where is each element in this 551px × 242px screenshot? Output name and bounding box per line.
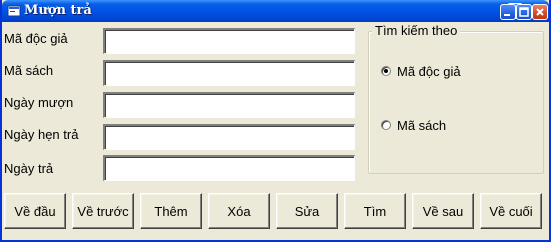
ngay-hen-tra-input[interactable]: [105, 126, 354, 149]
search-groupbox: [368, 31, 544, 174]
maximize-icon: [519, 7, 529, 17]
radio-ma-doc-gia[interactable]: Mã độc giả: [381, 63, 461, 79]
last-button[interactable]: Về cuối: [480, 193, 542, 229]
ngay-hen-tra-field[interactable]: [103, 124, 355, 150]
ngay-tra-field[interactable]: [103, 155, 355, 181]
ngay-muon-field[interactable]: [103, 92, 355, 118]
find-button[interactable]: Tìm: [344, 193, 406, 229]
label-ngay-muon: Ngày mượn: [4, 95, 74, 110]
maximize-button[interactable]: [516, 4, 532, 20]
close-icon: [536, 8, 544, 16]
ngay-muon-input[interactable]: [105, 94, 354, 117]
radio-ma-doc-gia-label: Mã độc giả: [397, 63, 461, 79]
window-title: Mượn trả: [24, 3, 92, 18]
ma-sach-field[interactable]: [103, 60, 355, 86]
add-button[interactable]: Thêm: [140, 193, 202, 229]
ngay-tra-input[interactable]: [105, 157, 354, 180]
radio-ma-sach[interactable]: Mã sách: [381, 117, 446, 133]
minimize-button-2[interactable]: [500, 4, 516, 20]
delete-button[interactable]: Xóa: [208, 193, 270, 229]
radio-button-unchecked[interactable]: [381, 120, 391, 130]
ma-doc-gia-field[interactable]: [103, 28, 355, 54]
edit-button[interactable]: Sửa: [276, 193, 338, 229]
label-ngay-hen-tra: Ngày hẹn trả: [4, 127, 79, 142]
label-ma-doc-gia: Mã độc giả: [4, 31, 68, 46]
label-ma-sach: Mã sách: [4, 63, 54, 78]
close-button[interactable]: [532, 4, 548, 20]
radio-ma-sach-label: Mã sách: [397, 117, 447, 133]
title-bar[interactable]: Mượn trả: [2, 0, 549, 22]
label-ngay-tra: Ngày trả: [4, 161, 54, 176]
ma-sach-input[interactable]: [105, 62, 354, 85]
radio-button-checked[interactable]: [381, 66, 391, 76]
first-button[interactable]: Về đầu: [4, 193, 66, 229]
search-group-legend: Tìm kiếm theo: [372, 23, 461, 38]
next-button[interactable]: Về sau: [412, 193, 474, 229]
app-icon: [7, 5, 21, 17]
radio-dot-icon: [384, 69, 388, 73]
minimize-icon: [504, 14, 510, 16]
previous-button[interactable]: Về trước: [72, 193, 134, 229]
ma-doc-gia-input[interactable]: [105, 30, 354, 53]
